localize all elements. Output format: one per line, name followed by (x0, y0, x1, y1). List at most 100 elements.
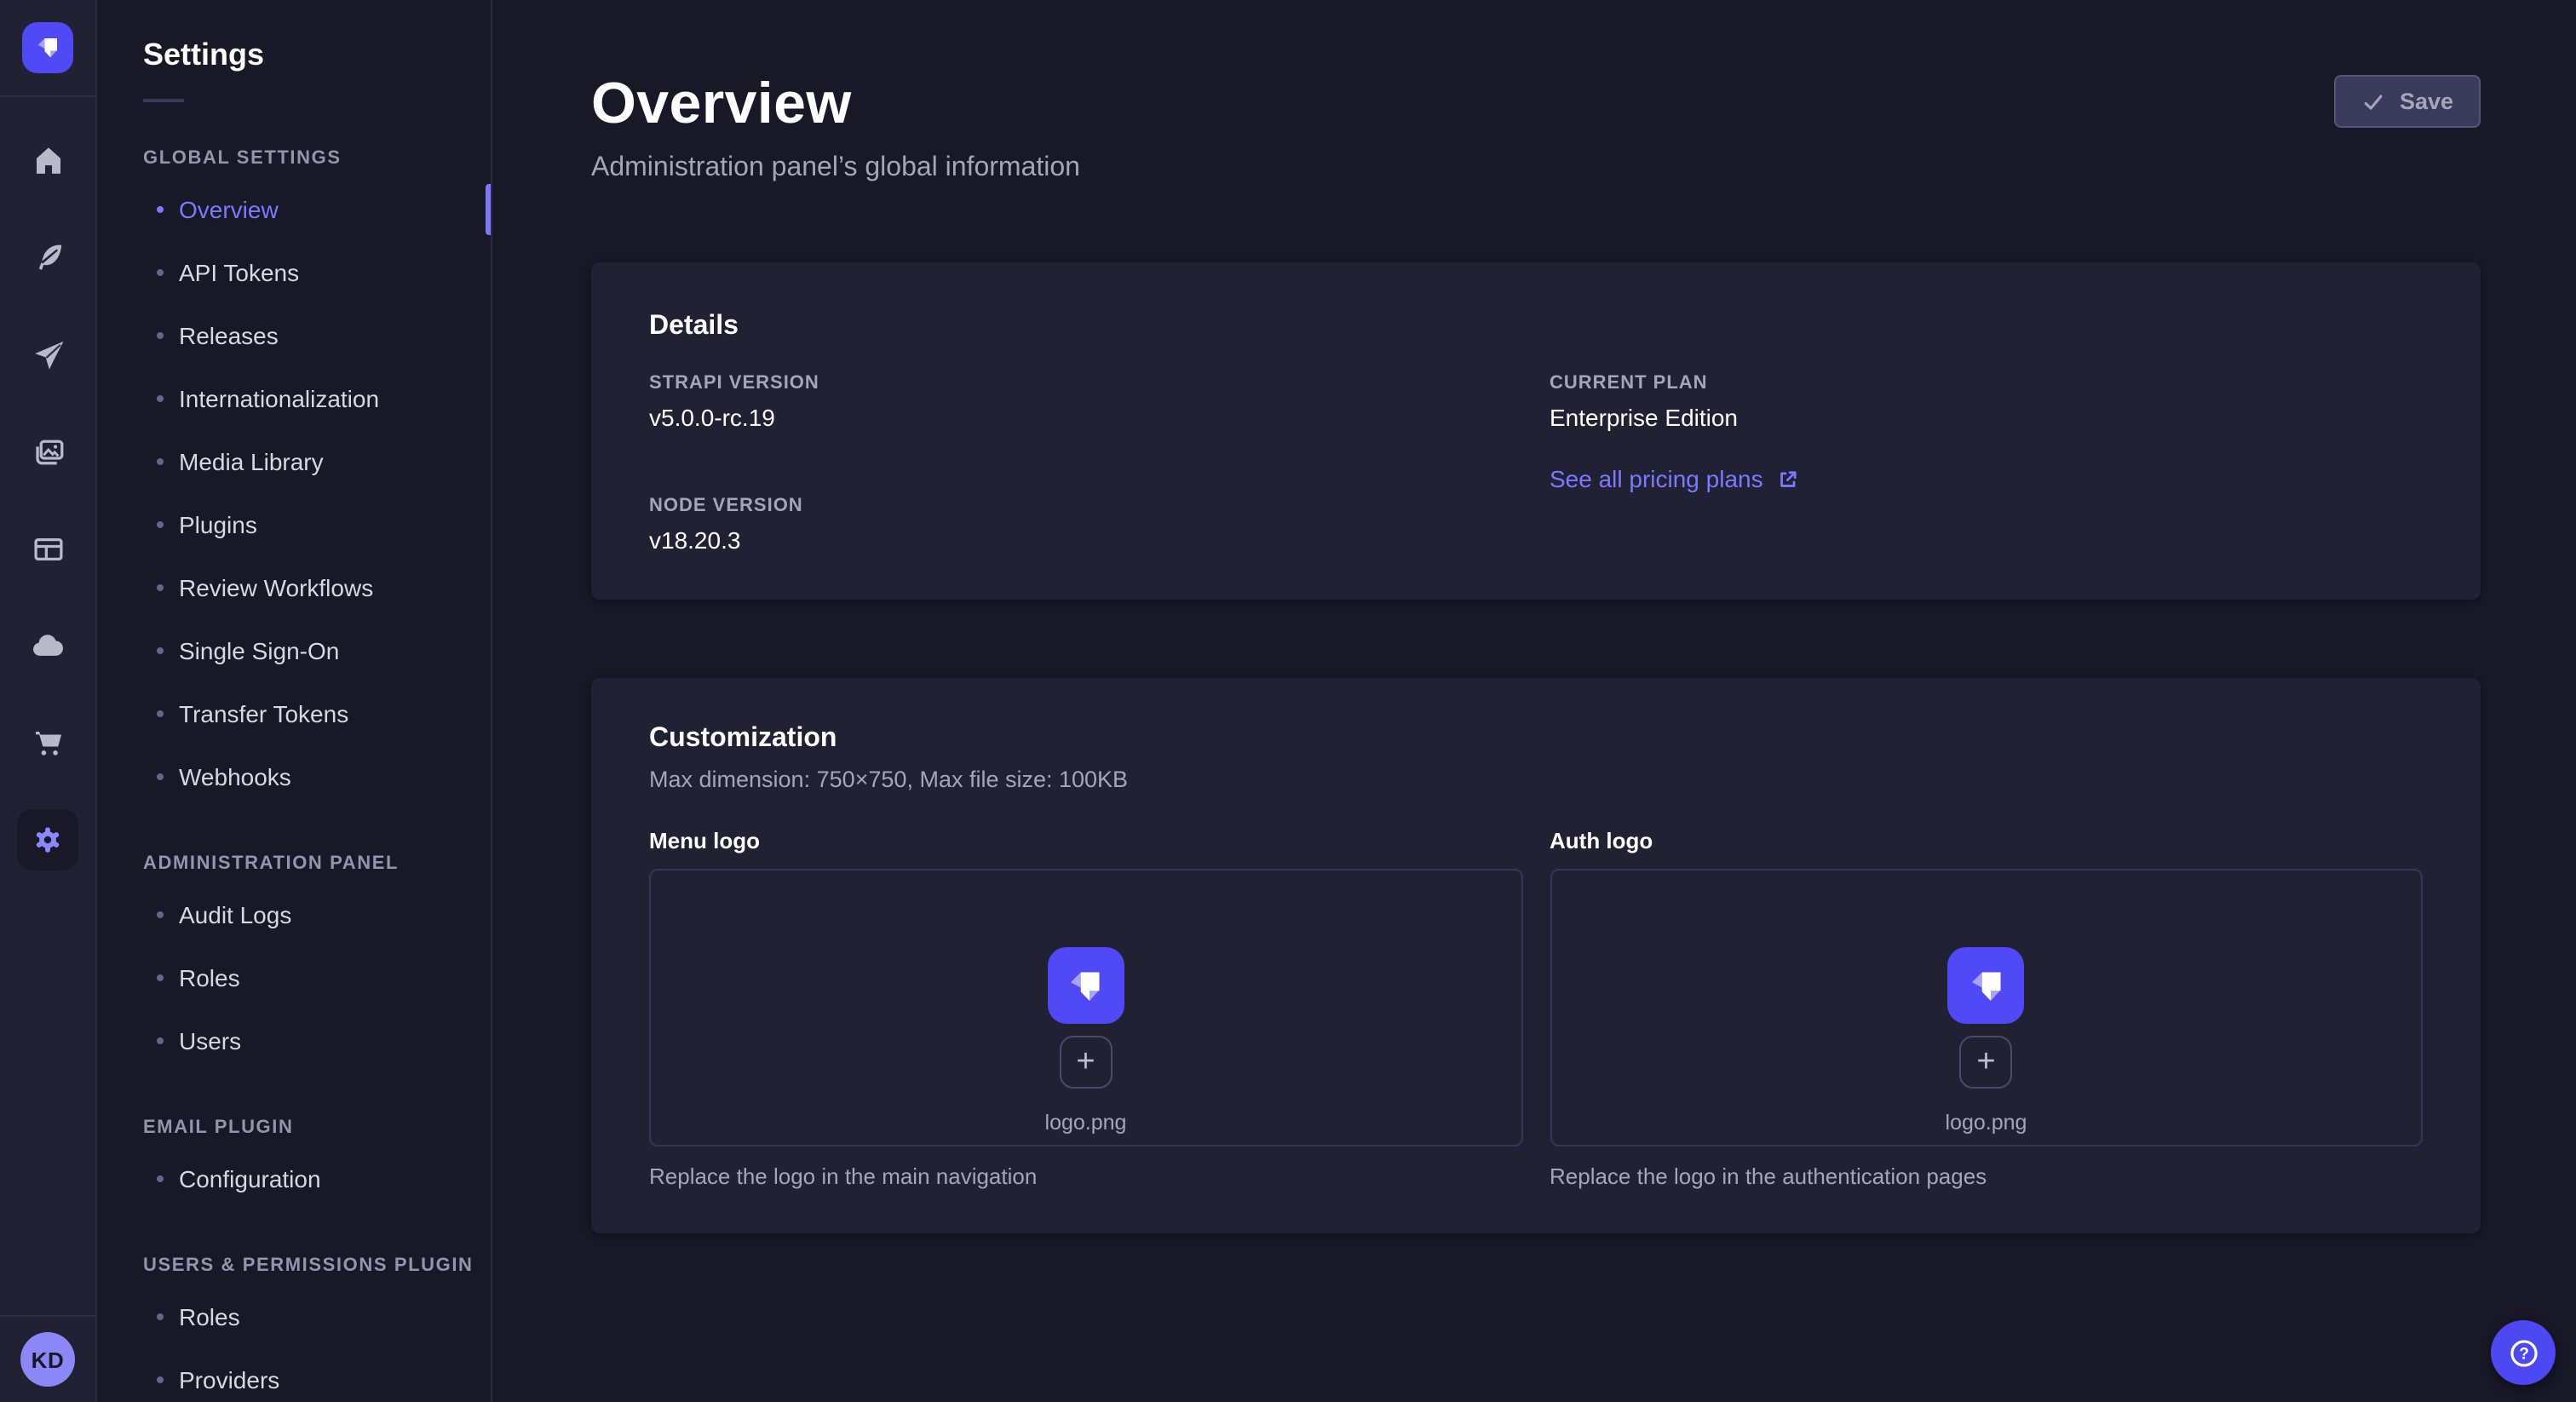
settings-section-label: ADMINISTRATION PANEL (143, 853, 491, 874)
settings-nav-item[interactable]: Releases (97, 303, 491, 366)
pricing-plans-link[interactable]: See all pricing plans (1550, 465, 1799, 492)
settings-subnav: Settings GLOBAL SETTINGSOverviewAPI Toke… (97, 0, 492, 1402)
page-title: Overview (591, 72, 2481, 138)
settings-nav-item[interactable]: Roles (97, 945, 491, 1008)
details-left-column: STRAPI VERSION v5.0.0-rc.19 NODE VERSION… (649, 373, 1522, 554)
settings-nav-item-label: Transfer Tokens (179, 699, 348, 727)
bullet-icon (157, 646, 164, 653)
settings-section-list: Roles Providers (97, 1284, 491, 1402)
app-window: KD Settings GLOBAL SETTINGSOverviewAPI T… (0, 0, 2576, 1402)
settings-nav-item-label: Single Sign-On (179, 636, 339, 664)
strapi-logo-icon (1061, 960, 1112, 1011)
strapi-logo-slot (1061, 960, 1112, 1011)
bullet-icon (157, 205, 164, 212)
help-button[interactable]: ? (2491, 1320, 2556, 1385)
rail-icons (0, 97, 95, 871)
bullet-icon (157, 1313, 164, 1319)
layout-icon[interactable] (17, 518, 78, 579)
pictures-icon[interactable] (17, 421, 78, 482)
settings-nav-item-label: Roles (179, 1302, 240, 1330)
settings-nav-item[interactable]: API Tokens (97, 240, 491, 303)
main-nav-rail: KD (0, 0, 97, 1402)
customization-subtitle: Max dimension: 750×750, Max file size: 1… (649, 767, 2423, 792)
bullet-icon (157, 773, 164, 779)
customization-card-title: Customization (649, 724, 2423, 755)
menu-logo-preview (1048, 947, 1124, 1024)
settings-nav-item[interactable]: Plugins (97, 492, 491, 555)
settings-nav-item[interactable]: Webhooks (97, 744, 491, 807)
pricing-link-label: See all pricing plans (1550, 465, 1763, 492)
bullet-icon (157, 974, 164, 980)
paper-plane-icon[interactable] (17, 324, 78, 385)
gear-icon[interactable] (17, 809, 78, 871)
menu-logo-label: Menu logo (649, 828, 1522, 853)
settings-nav-item[interactable]: Audit Logs (97, 882, 491, 945)
auth-logo-add-button[interactable]: + (1960, 1036, 2013, 1089)
bullet-icon (157, 1037, 164, 1043)
cart-icon[interactable] (17, 712, 78, 773)
feather-icon[interactable] (17, 227, 78, 288)
external-link-icon (1777, 468, 1799, 490)
bullet-icon (157, 457, 164, 464)
cloud-icon[interactable] (17, 615, 78, 676)
settings-nav-item-label: Audit Logs (179, 900, 291, 928)
auth-logo-label: Auth logo (1550, 828, 2423, 853)
settings-nav-item[interactable]: Transfer Tokens (97, 681, 491, 744)
menu-logo-upload-box[interactable]: + logo.png (649, 869, 1522, 1146)
node-version-field: NODE VERSION v18.20.3 (649, 496, 1522, 554)
node-version-value: v18.20.3 (649, 526, 1522, 554)
auth-logo-filename: logo.png (1946, 1111, 2027, 1135)
settings-section-list: Configuration (97, 1146, 491, 1210)
save-button[interactable]: Save (2335, 75, 2481, 128)
settings-nav-item[interactable]: Overview (97, 177, 491, 240)
main-content: Overview Administration panel’s global i… (492, 0, 2576, 1402)
auth-logo-column: Auth logo + logo.png Replace the logo in… (1550, 828, 2423, 1189)
current-plan-field: CURRENT PLAN Enterprise Edition (1550, 373, 2423, 431)
settings-nav-item[interactable]: Users (97, 1008, 491, 1072)
bullet-icon (157, 394, 164, 401)
page-subtitle: Administration panel’s global informatio… (591, 153, 2481, 184)
help-icon: ? (2507, 1336, 2539, 1369)
settings-nav-item-label: Webhooks (179, 762, 291, 790)
settings-section-list: Overview API Tokens Releases Internationali… (97, 177, 491, 807)
plus-icon: + (1976, 1046, 1995, 1078)
settings-nav-item[interactable]: Providers (97, 1347, 491, 1402)
menu-logo-caption: Replace the logo in the main navigation (649, 1164, 1522, 1189)
auth-logo-caption: Replace the logo in the authentication p… (1550, 1164, 2423, 1189)
settings-nav-item[interactable]: Configuration (97, 1146, 491, 1210)
user-avatar[interactable]: KD (20, 1332, 75, 1387)
settings-nav-item-label: Internationalization (179, 384, 379, 411)
settings-nav-item[interactable]: Single Sign-On (97, 618, 491, 681)
strapi-logo-slot (1961, 960, 2012, 1011)
settings-nav-item[interactable]: Review Workflows (97, 555, 491, 618)
strapi-logo-icon (1961, 960, 2012, 1011)
subnav-title: Settings (97, 37, 491, 73)
settings-nav-item-label: Review Workflows (179, 573, 373, 600)
rail-header (0, 0, 95, 97)
bullet-icon (157, 583, 164, 590)
settings-nav-item-label: Media Library (179, 447, 324, 474)
details-card-title: Details (649, 312, 2423, 342)
auth-logo-upload-box[interactable]: + logo.png (1550, 869, 2423, 1146)
strapi-version-value: v5.0.0-rc.19 (649, 404, 1522, 431)
settings-nav-item-label: Releases (179, 321, 279, 348)
strapi-version-field: STRAPI VERSION v5.0.0-rc.19 (649, 373, 1522, 431)
current-plan-value: Enterprise Edition (1550, 404, 2423, 431)
home-icon[interactable] (17, 129, 78, 191)
settings-nav-item[interactable]: Internationalization (97, 366, 491, 429)
current-plan-label: CURRENT PLAN (1550, 373, 2423, 394)
svg-text:?: ? (2518, 1344, 2528, 1362)
bullet-icon (157, 1175, 164, 1181)
check-icon (2362, 89, 2386, 113)
settings-section-list: Audit Logs RolesUsers (97, 882, 491, 1072)
node-version-label: NODE VERSION (649, 496, 1522, 516)
settings-nav-item-label: API Tokens (179, 258, 299, 285)
strapi-logo-icon (31, 31, 65, 65)
settings-section-label: EMAIL PLUGIN (143, 1118, 491, 1138)
rail-footer: KD (0, 1315, 95, 1402)
settings-nav-item[interactable]: Roles (97, 1284, 491, 1347)
menu-logo-add-button[interactable]: + (1060, 1036, 1113, 1089)
settings-nav-item[interactable]: Media Library (97, 429, 491, 492)
menu-logo-column: Menu logo + logo.png Replace the logo in… (649, 828, 1522, 1189)
strapi-brand-button[interactable] (22, 22, 73, 73)
